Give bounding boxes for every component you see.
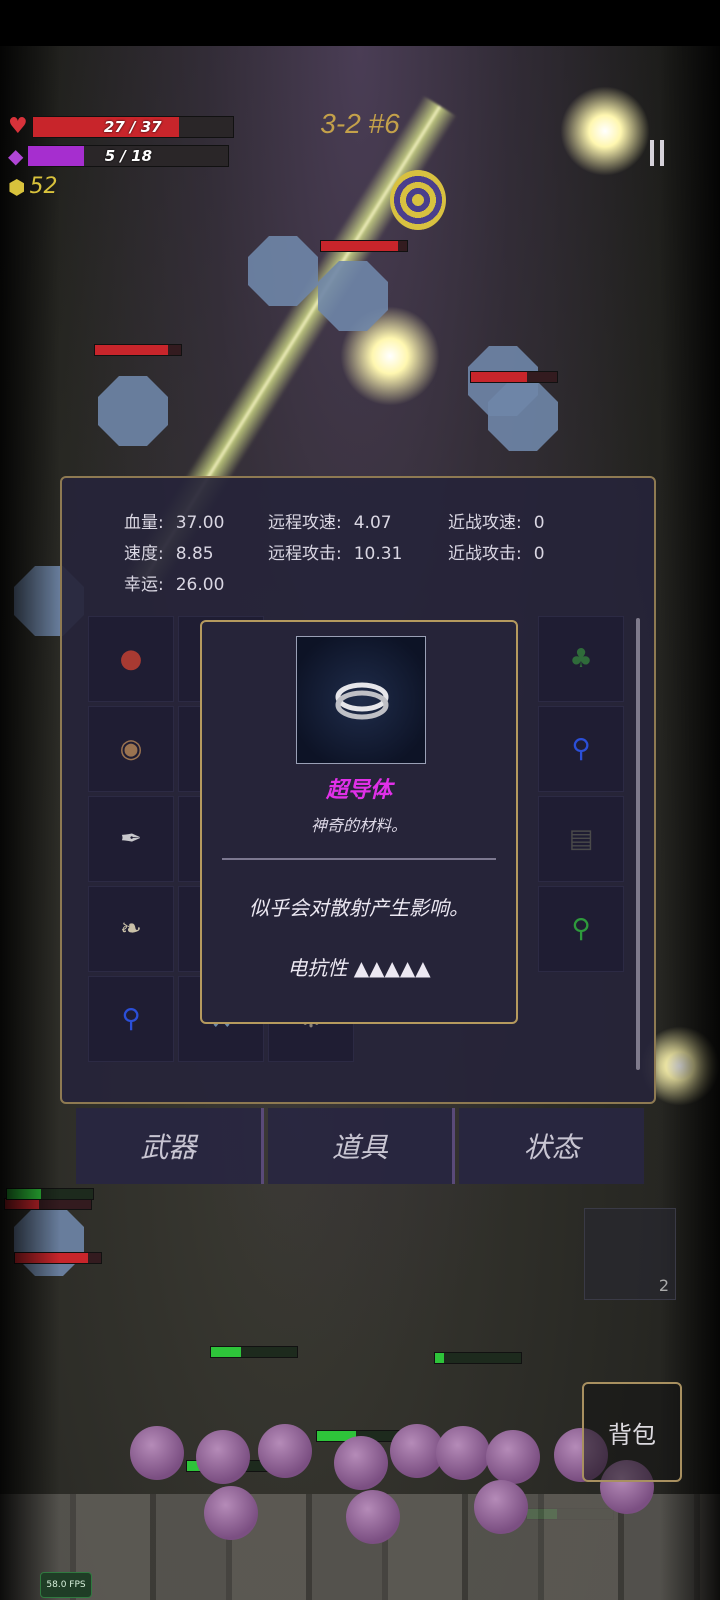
enemy-hp-bar (470, 371, 558, 383)
gold-coin-icon: ⬢ (8, 174, 26, 199)
enemy-creature (98, 376, 168, 446)
hp-row: ♥ 27 / 37 (8, 114, 234, 139)
spiky-ally (258, 1424, 312, 1478)
inventory-slot-feather[interactable]: ✒ (88, 796, 174, 882)
spiky-ally (334, 1436, 388, 1490)
item-description: 神奇的材料。 (310, 816, 407, 835)
apple-icon: ● (119, 644, 143, 674)
skill-slot-count: 2 (658, 1276, 669, 1295)
panel-tabs: 武器 道具 状态 (76, 1108, 645, 1184)
heart-icon: ♥ (8, 114, 28, 139)
clover-icon: ♣ (569, 644, 593, 674)
foliage-left (0, 46, 60, 1600)
stat-luck: 幸运: 26.00 (124, 575, 225, 595)
stage-label: 3-2 #6 (320, 108, 400, 139)
tooltip-divider (222, 858, 496, 860)
spiky-ally (436, 1426, 490, 1480)
hp-text: 27 / 37 (103, 117, 162, 136)
enemy-creature (248, 236, 318, 306)
green-potion-icon: ⚲ (571, 914, 591, 944)
enemy-creature (318, 261, 388, 331)
pouch-icon: ◉ (119, 734, 143, 764)
spiky-ally (130, 1426, 184, 1480)
inventory-slot-horn[interactable]: ❧ (88, 886, 174, 972)
item-image (296, 636, 426, 764)
item-resist: 电抗性 ▲▲▲▲▲ (287, 956, 431, 980)
inventory-slot-pouch[interactable]: ◉ (88, 706, 174, 792)
stat-ranged-attack: 远程攻击: 10.31 (268, 544, 403, 564)
inventory-slot-green-potion[interactable]: ⚲ (538, 886, 624, 972)
inventory-slot-blue-potion[interactable]: ⚲ (88, 976, 174, 1062)
tab-status[interactable]: 状态 (459, 1108, 645, 1184)
inventory-slot-blue-potion[interactable]: ⚲ (538, 706, 624, 792)
stat-melee-speed: 近战攻速: 0 (448, 513, 545, 533)
foliage-right (660, 46, 720, 1600)
status-bar (0, 0, 720, 46)
item-name: 超导体 (325, 778, 392, 803)
bag-button[interactable]: 背包 (582, 1382, 682, 1482)
book-icon: ▤ (568, 824, 594, 854)
tab-weapon[interactable]: 武器 (76, 1108, 264, 1184)
spiky-ally (196, 1430, 250, 1484)
skill-slot-2[interactable]: 2 (584, 1208, 676, 1300)
diamond-icon: ◆ (8, 144, 24, 168)
item-tooltip: 超导体 神奇的材料。 似乎会对散射产生影响。 电抗性 ▲▲▲▲▲ (200, 620, 518, 1024)
inventory-slot-book[interactable]: ▤ (538, 796, 624, 882)
feather-icon: ✒ (120, 824, 142, 854)
stat-speed: 速度: 8.85 (124, 544, 214, 564)
gold-count: 52 (29, 174, 58, 199)
inventory-slot-apple[interactable]: ● (88, 616, 174, 702)
inventory-slot-clover[interactable]: ♣ (538, 616, 624, 702)
striped-egg-enemy (390, 170, 446, 230)
blue-potion-icon: ⚲ (571, 734, 591, 764)
blue-potion-icon: ⚲ (121, 1004, 141, 1034)
spiky-ally (204, 1486, 258, 1540)
stat-melee-attack: 近战攻击: 0 (448, 544, 545, 564)
enemy-hp-bar (320, 240, 408, 252)
horn-icon: ❧ (120, 914, 142, 944)
stat-hp: 血量: 37.00 (124, 513, 225, 533)
ally-hp-bar (434, 1352, 522, 1364)
ring-icon (335, 682, 389, 720)
lightning-burst (560, 86, 650, 176)
hp-bar: 27 / 37 (31, 115, 234, 138)
mana-bar: 5 / 18 (27, 145, 230, 167)
mana-text: 5 / 18 (104, 147, 152, 165)
stat-ranged-speed: 远程攻速: 4.07 (268, 513, 392, 533)
pause-icon[interactable] (650, 140, 668, 166)
spiky-ally (486, 1430, 540, 1484)
tab-item[interactable]: 道具 (267, 1108, 456, 1184)
item-effect: 似乎会对散射产生影响。 (249, 896, 469, 920)
ally-hp-bar (210, 1346, 298, 1358)
spiky-ally (346, 1490, 400, 1544)
mana-row: ◆ 5 / 18 (8, 144, 230, 168)
enemy-hp-bar (94, 344, 182, 356)
gold-row: ⬢ 52 (8, 174, 57, 199)
fps-counter: 58.0 FPS (40, 1572, 92, 1598)
enemy-creature (488, 381, 558, 451)
inventory-scrollbar[interactable] (636, 618, 640, 1070)
spiky-ally (474, 1480, 528, 1534)
